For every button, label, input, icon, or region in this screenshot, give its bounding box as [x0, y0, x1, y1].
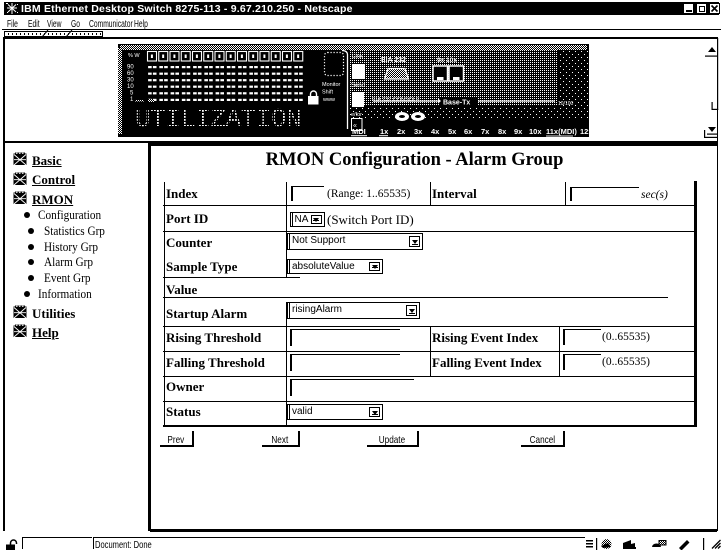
svg-text:UTILIZATION: UTILIZATION — [135, 104, 301, 134]
svg-text:9x: 9x — [514, 127, 523, 136]
svg-text:12x: 12x — [580, 127, 589, 136]
svg-text:10x: 10x — [529, 127, 542, 136]
svg-text:2x: 2x — [397, 127, 406, 136]
svg-text:4x: 4x — [431, 127, 440, 136]
svg-text:Send: Send — [351, 83, 365, 89]
svg-text:% W: % W — [128, 53, 140, 59]
svg-text:MDI: MDI — [352, 127, 366, 136]
svg-text:7x: 7x — [481, 127, 490, 136]
svg-text:30: 30 — [127, 78, 134, 84]
svg-text:11x(MDI): 11x(MDI) — [546, 127, 577, 136]
svg-text:60: 60 — [127, 71, 134, 77]
svg-text:8x: 8x — [498, 127, 507, 136]
svg-text:Link: Link — [352, 54, 364, 60]
svg-text:EIA 232 CONSOLE: EIA 232 CONSOLE — [372, 97, 420, 103]
svg-text:10/100: 10/100 — [558, 101, 574, 107]
svg-text:6x: 6x — [464, 127, 473, 136]
svg-text:e/for: e/for — [351, 112, 362, 118]
svg-text:90: 90 — [127, 65, 134, 71]
svg-text:1x: 1x — [380, 127, 389, 136]
svg-text:Shift: Shift — [322, 90, 333, 96]
svg-text:Monitor: Monitor — [322, 82, 341, 88]
svg-text:Base-Tx: Base-Tx — [443, 100, 470, 107]
svg-text:10: 10 — [127, 84, 134, 90]
svg-text:5x: 5x — [448, 127, 457, 136]
svg-text:3x: 3x — [414, 127, 423, 136]
svg-text:9x 10x: 9x 10x — [437, 57, 457, 64]
svg-text:EIA 232: EIA 232 — [381, 57, 406, 64]
svg-text:www: www — [322, 97, 335, 103]
